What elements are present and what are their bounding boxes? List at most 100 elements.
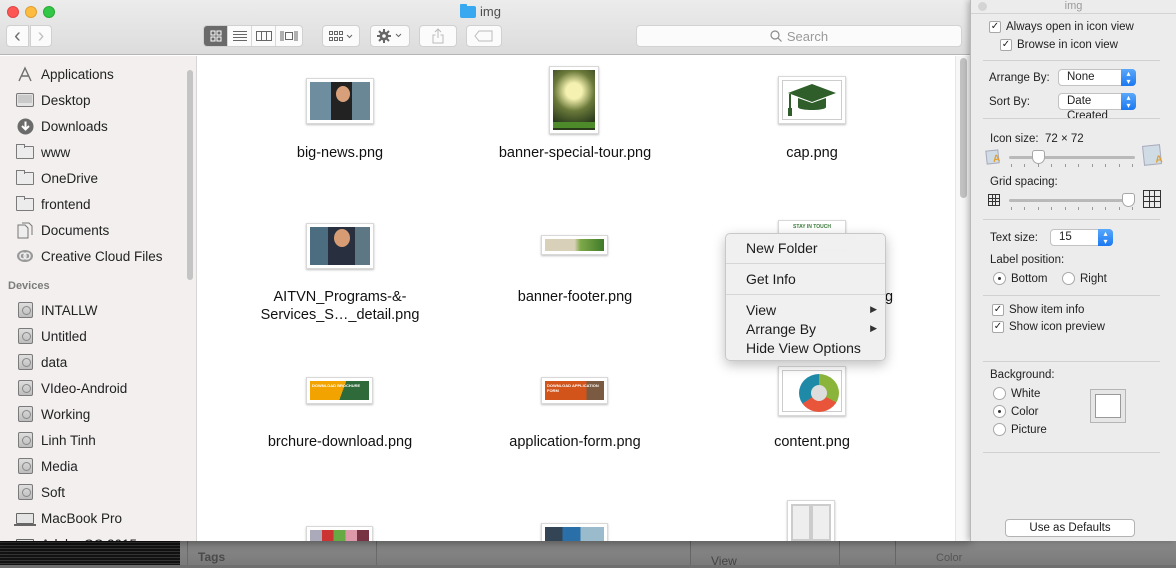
use-as-defaults-button[interactable]: Use as Defaults [1005, 519, 1135, 537]
file-name[interactable]: content.png [702, 433, 922, 451]
background-view-label: View [711, 554, 737, 568]
file-thumbnail-partial[interactable] [787, 500, 835, 541]
grid-spacing-slider-knob[interactable] [1122, 193, 1135, 207]
file-name[interactable]: g [885, 288, 905, 306]
view-options-close-button[interactable] [978, 2, 987, 11]
radio-selected-icon [993, 405, 1006, 418]
file-name[interactable]: brchure-download.png [230, 433, 450, 451]
checkbox-label: Browse in icon view [1017, 39, 1118, 51]
sort-by-popup[interactable]: Date Created ▴ ▾ [1058, 93, 1136, 122]
sidebar-item-applications[interactable]: Applications [16, 64, 114, 84]
file-thumbnail-partial[interactable] [541, 523, 608, 541]
file-thumbnail-brochure-download[interactable]: DOWNLOAD BROCHURE [306, 377, 373, 404]
sidebar-item-label: MacBook Pro [41, 510, 123, 526]
sidebar-item-www[interactable]: www [16, 142, 70, 162]
background-picture-radio[interactable]: Picture [993, 423, 1047, 436]
tags-button[interactable] [466, 25, 502, 47]
sort-by-label: Sort By: [989, 96, 1030, 108]
folder-icon [16, 169, 34, 186]
popup-stepper-icon: ▴ ▾ [1121, 93, 1136, 110]
sidebar-item-macbook-pro[interactable]: MacBook Pro [14, 508, 123, 528]
background-tags-section: Tags [187, 540, 377, 565]
action-button[interactable] [370, 25, 410, 47]
sidebar-item-documents[interactable]: Documents [16, 220, 109, 240]
menu-item-view[interactable]: View ▶ [746, 300, 881, 319]
sidebar-item-device[interactable]: Linh Tinh [16, 430, 96, 450]
checkbox-label: Always open in icon view [1006, 21, 1134, 33]
background-color-well[interactable] [1090, 389, 1126, 423]
file-thumbnail-big-news[interactable] [306, 78, 374, 124]
close-button[interactable] [7, 6, 19, 18]
applications-icon [16, 66, 34, 82]
list-view-icon [232, 31, 247, 41]
sidebar-item-device[interactable]: VIdeo-Android [16, 378, 127, 398]
scrollbar-thumb[interactable] [960, 58, 967, 198]
browse-icon-view-checkbox[interactable]: ✓ Browse in icon view [1000, 39, 1118, 51]
menu-item-hide-view-options[interactable]: Hide View Options [746, 338, 881, 357]
arrange-button[interactable] [322, 25, 360, 47]
sidebar-item-onedrive[interactable]: OneDrive [16, 168, 98, 188]
sidebar-item-device[interactable]: Adobe CC 2015 [16, 534, 137, 541]
label-position-bottom-radio[interactable]: Bottom [993, 272, 1047, 285]
file-thumbnail-content[interactable] [778, 366, 846, 416]
search-field[interactable]: Search [636, 25, 962, 47]
sidebar-item-device[interactable]: Untitled [16, 326, 87, 346]
show-item-info-checkbox[interactable]: ✓ Show item info [992, 304, 1084, 316]
sidebar-item-device[interactable]: INTALLW [16, 300, 98, 320]
content-scrollbar[interactable] [955, 56, 970, 541]
icon-size-slider-knob[interactable] [1031, 150, 1045, 164]
share-button[interactable] [419, 25, 457, 47]
list-view-button[interactable] [228, 26, 252, 46]
file-name-line2[interactable]: Services_S…_detail.png [230, 306, 450, 324]
sidebar-item-label: Applications [41, 66, 114, 82]
folder-icon [460, 3, 476, 18]
forward-button[interactable]: › [30, 25, 52, 47]
sidebar-item-device[interactable]: Media [16, 456, 78, 476]
file-name[interactable]: AITVN_Programs-&- [230, 288, 450, 306]
sidebar-item-device[interactable]: data [16, 352, 67, 372]
file-name[interactable]: banner-special-tour.png [465, 144, 685, 162]
sidebar-item-label: VIdeo-Android [41, 380, 128, 396]
background-color-radio[interactable]: Color [993, 405, 1038, 418]
menu-item-new-folder[interactable]: New Folder [746, 238, 881, 257]
icon-view-button[interactable] [204, 26, 228, 46]
menu-item-arrange-by[interactable]: Arrange By ▶ [746, 319, 881, 338]
file-thumbnail-banner-special-tour[interactable] [549, 66, 599, 134]
show-icon-preview-checkbox[interactable]: ✓ Show icon preview [992, 321, 1105, 333]
file-name[interactable]: banner-footer.png [465, 288, 685, 306]
cover-flow-view-button[interactable] [276, 26, 302, 46]
back-button[interactable]: ‹ [6, 25, 29, 47]
file-name[interactable]: application-form.png [465, 433, 685, 451]
text-size-popup[interactable]: 15 ▴ ▾ [1050, 229, 1113, 246]
sidebar-item-device[interactable]: Working [16, 404, 90, 424]
sidebar-item-label: Working [41, 406, 91, 422]
file-thumbnail-aitvn[interactable] [306, 223, 374, 269]
minimize-button[interactable] [25, 6, 37, 18]
grid-spacing-label: Grid spacing: [990, 176, 1058, 188]
sidebar-item-creative-cloud-files[interactable]: Creative Cloud Files [16, 246, 163, 266]
sidebar-item-desktop[interactable]: Desktop [16, 90, 91, 110]
sidebar-item-frontend[interactable]: frontend [16, 194, 91, 214]
grid-spacing-slider[interactable] [1009, 199, 1135, 202]
file-name[interactable]: cap.png [702, 144, 922, 162]
color-swatch [1095, 394, 1121, 418]
checkbox-check-icon: ✓ [1000, 39, 1012, 51]
column-view-button[interactable] [252, 26, 276, 46]
maximize-button[interactable] [43, 6, 55, 18]
background-white-radio[interactable]: White [993, 387, 1040, 400]
file-thumbnail-partial[interactable] [306, 526, 373, 541]
menu-item-get-info[interactable]: Get Info [746, 269, 881, 288]
file-name[interactable]: big-news.png [230, 144, 450, 162]
sidebar-scrollbar[interactable] [187, 70, 193, 280]
file-thumbnail-banner-footer[interactable] [541, 235, 608, 255]
sidebar-item-downloads[interactable]: Downloads [16, 116, 108, 136]
large-icon-size-icon [1142, 144, 1162, 166]
sidebar-item-device[interactable]: Soft [16, 482, 65, 502]
arrange-by-popup[interactable]: None ▴ ▾ [1058, 69, 1136, 86]
file-thumbnail-cap[interactable] [778, 76, 846, 124]
label-position-right-radio[interactable]: Right [1062, 272, 1107, 285]
text-size-label: Text size: [990, 232, 1038, 244]
icon-size-slider[interactable] [1009, 156, 1135, 159]
always-open-icon-view-checkbox[interactable]: ✓ Always open in icon view [989, 21, 1134, 33]
file-thumbnail-application-form[interactable]: DOWNLOAD APPLICATION FORM [541, 377, 608, 404]
